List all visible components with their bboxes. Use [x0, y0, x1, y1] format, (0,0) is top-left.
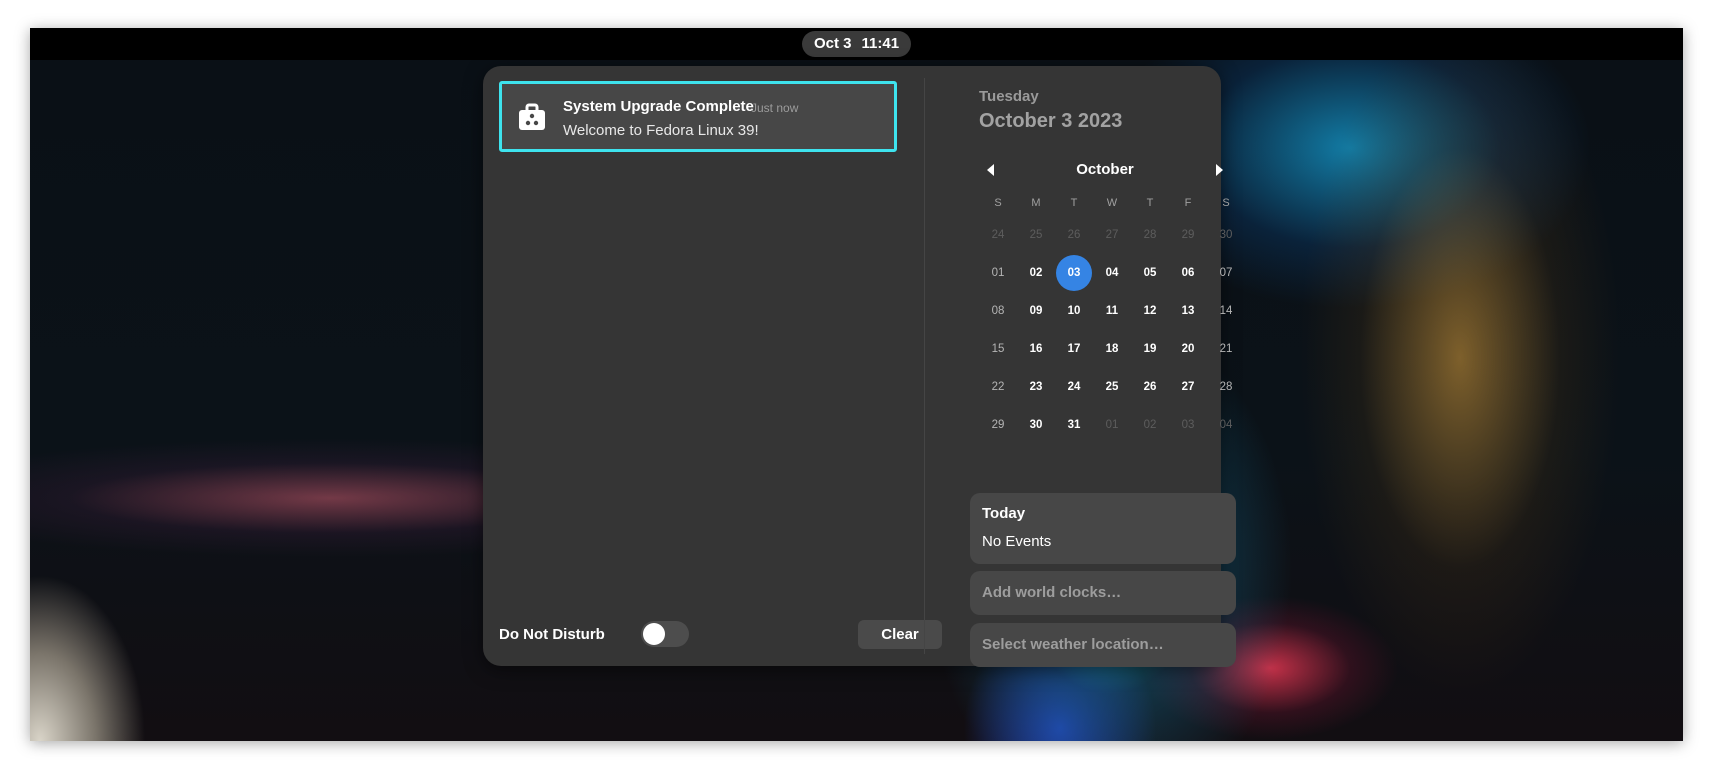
events-subtitle: No Events	[982, 533, 1052, 550]
calendar-day[interactable]: 19	[1131, 330, 1169, 368]
toggle-knob	[643, 623, 665, 645]
calendar-day[interactable]: 27	[1169, 368, 1207, 406]
calendar-day[interactable]: 04	[1207, 406, 1245, 444]
calendar-day[interactable]: 04	[1093, 254, 1131, 292]
notification-calendar-panel: System Upgrade Complete Just now Welcome…	[483, 66, 1236, 667]
calendar-day[interactable]: 12	[1131, 292, 1169, 330]
calendar-day[interactable]: 08	[979, 292, 1017, 330]
month-label: October	[1076, 161, 1134, 178]
weekday-label: S	[1222, 197, 1230, 209]
panel-divider	[924, 78, 925, 654]
full-date[interactable]: October 3 2023	[979, 110, 1122, 133]
calendar-day[interactable]: 26	[1131, 368, 1169, 406]
add-world-clocks-button[interactable]: Add world clocks…	[970, 571, 1236, 615]
calendar-day[interactable]: 14	[1207, 292, 1245, 330]
select-weather-location-button[interactable]: Select weather location…	[970, 623, 1236, 667]
calendar-day[interactable]: 20	[1169, 330, 1207, 368]
previous-month-icon[interactable]	[983, 162, 999, 178]
calendar-day[interactable]: 28	[1207, 368, 1245, 406]
calendar-day[interactable]: 09	[1017, 292, 1055, 330]
calendar-day[interactable]: 02	[1131, 406, 1169, 444]
calendar-day-grid: 24 25 26 27 28 29 30 01 02 03 04 05 06 07 08 09 10 11 12 13…	[979, 216, 1245, 444]
calendar-day[interactable]: 24	[1055, 368, 1093, 406]
calendar-day[interactable]: 26	[1055, 216, 1093, 254]
notification-title: System Upgrade Complete	[563, 98, 754, 115]
calendar-day[interactable]: 28	[1131, 216, 1169, 254]
calendar-day[interactable]: 22	[979, 368, 1017, 406]
calendar-day[interactable]: 24	[979, 216, 1017, 254]
calendar-day[interactable]: 03	[1056, 255, 1092, 291]
notification-card[interactable]: System Upgrade Complete Just now Welcome…	[499, 81, 897, 152]
calendar-day[interactable]: 27	[1093, 216, 1131, 254]
calendar-day[interactable]: 11	[1093, 292, 1131, 330]
do-not-disturb-label: Do Not Disturb	[499, 626, 605, 643]
notification-time: Just now	[751, 101, 799, 115]
desktop-screen: Oct 3 11:41 System Upgrade Complete Just…	[30, 28, 1683, 741]
calendar-day[interactable]: 01	[979, 254, 1017, 292]
top-date: Oct 3	[814, 35, 852, 52]
calendar-day[interactable]: 02	[1017, 254, 1055, 292]
weekday-label: F	[1184, 197, 1192, 209]
next-month-icon[interactable]	[1211, 162, 1227, 178]
events-today-box[interactable]: Today No Events	[970, 493, 1236, 564]
calendar-day[interactable]: 25	[1017, 216, 1055, 254]
calendar-day[interactable]: 16	[1017, 330, 1055, 368]
calendar-day[interactable]: 18	[1093, 330, 1131, 368]
notification-body: Welcome to Fedora Linux 39!	[563, 122, 759, 139]
calendar-day[interactable]: 30	[1017, 406, 1055, 444]
calendar-day[interactable]: 29	[1169, 216, 1207, 254]
calendar-day[interactable]: 03	[1169, 406, 1207, 444]
weekday-label: T	[1070, 197, 1078, 209]
calendar-day[interactable]: 31	[1055, 406, 1093, 444]
calendar-day[interactable]: 01	[1093, 406, 1131, 444]
calendar-day[interactable]: 10	[1055, 292, 1093, 330]
calendar-day[interactable]: 13	[1169, 292, 1207, 330]
calendar-day[interactable]: 15	[979, 330, 1017, 368]
clear-button[interactable]: Clear	[858, 620, 942, 649]
events-title: Today	[982, 505, 1026, 522]
calendar-day[interactable]: 29	[979, 406, 1017, 444]
calendar-day[interactable]: 21	[1207, 330, 1245, 368]
weekday-label: M	[1031, 197, 1041, 209]
calendar-day[interactable]: 25	[1093, 368, 1131, 406]
weekday-label: W	[1106, 197, 1118, 209]
top-bar: Oct 3 11:41	[30, 28, 1683, 60]
date-time-button[interactable]: Oct 3 11:41	[802, 31, 912, 57]
do-not-disturb-toggle[interactable]	[641, 621, 689, 647]
top-time: 11:41	[861, 35, 900, 52]
calendar-day[interactable]: 17	[1055, 330, 1093, 368]
software-package-icon	[519, 103, 545, 130]
calendar-day[interactable]: 05	[1131, 254, 1169, 292]
calendar-day[interactable]: 06	[1169, 254, 1207, 292]
calendar-day[interactable]: 07	[1207, 254, 1245, 292]
weekday-label: T	[1146, 197, 1154, 209]
calendar-day[interactable]: 23	[1017, 368, 1055, 406]
day-name[interactable]: Tuesday	[979, 88, 1039, 105]
weekday-label: S	[994, 197, 1002, 209]
calendar-day[interactable]: 30	[1207, 216, 1245, 254]
weekday-header: S M T W T F S	[979, 197, 1245, 209]
